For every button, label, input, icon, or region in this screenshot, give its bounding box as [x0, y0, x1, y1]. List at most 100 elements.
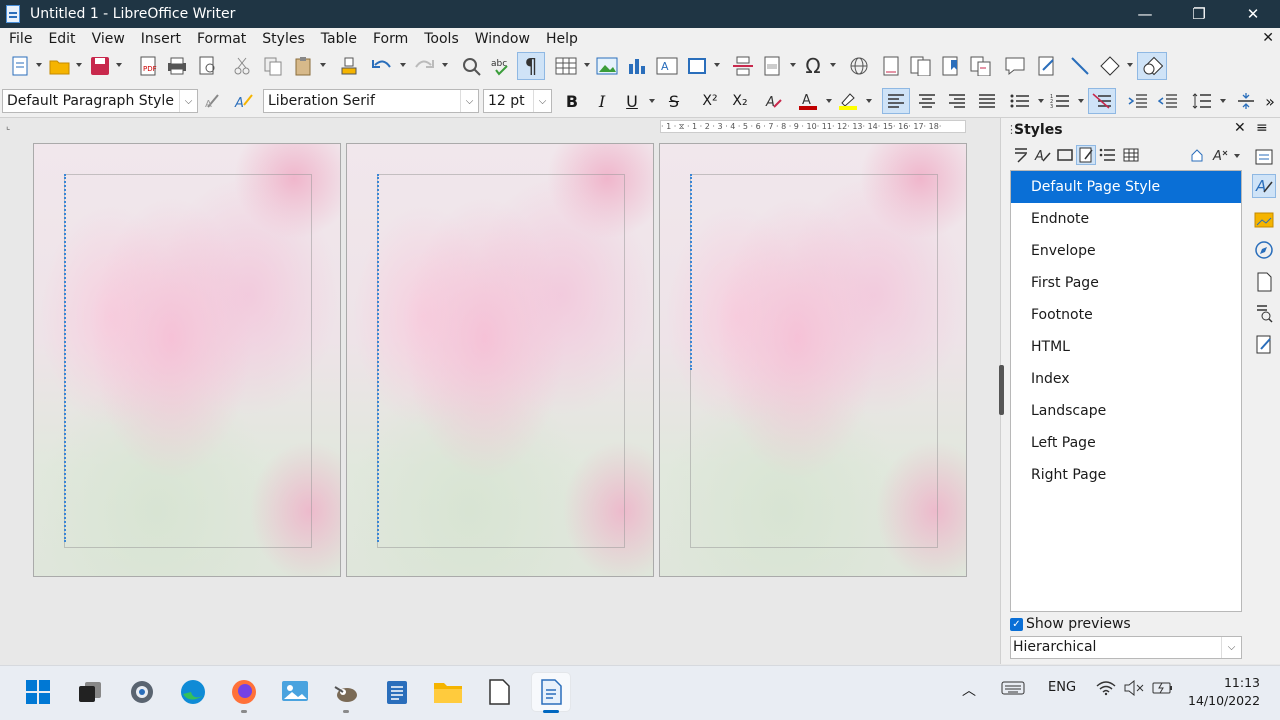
- start-menu-icon[interactable]: [18, 672, 58, 712]
- style-item-default-page-style[interactable]: Default Page Style: [1011, 171, 1241, 203]
- notepad-icon[interactable]: [377, 672, 417, 712]
- page-break-icon[interactable]: [732, 55, 754, 77]
- horizontal-ruler[interactable]: · 1 · ⧖ · 1 · 2 · 3 · 4 · 5 · 6 · 7 · 8 …: [660, 120, 966, 133]
- export-pdf-icon[interactable]: PDF: [137, 55, 159, 77]
- table-styles-icon[interactable]: [1121, 145, 1141, 165]
- document-page[interactable]: [33, 143, 341, 577]
- numbering-icon[interactable]: 123: [1048, 90, 1072, 112]
- paste-icon[interactable]: [293, 55, 315, 77]
- list-styles-icon[interactable]: [1098, 145, 1118, 165]
- show-previews-checkbox[interactable]: ✓: [1010, 617, 1023, 631]
- draw-functions-icon[interactable]: [1137, 52, 1167, 80]
- character-styles-icon[interactable]: A: [1033, 145, 1053, 165]
- sidebar-collapse-handle[interactable]: [999, 365, 1004, 415]
- insert-hyperlink-icon[interactable]: [848, 55, 870, 77]
- formatting-marks-icon[interactable]: ¶: [517, 52, 545, 80]
- no-list-icon[interactable]: [1088, 88, 1116, 114]
- menu-view[interactable]: View: [84, 31, 133, 47]
- gimp-icon[interactable]: [326, 672, 366, 712]
- styles-actions-icon[interactable]: A: [1211, 145, 1231, 165]
- chevron-down-icon[interactable]: ⌵: [179, 90, 197, 112]
- minimize-button[interactable]: —: [1118, 0, 1172, 28]
- save-icon[interactable]: [89, 55, 111, 77]
- style-item-footnote[interactable]: Footnote: [1011, 299, 1241, 331]
- align-right-icon[interactable]: [945, 90, 969, 112]
- paragraph-style-combo[interactable]: Default Paragraph Style ⌵: [2, 89, 198, 113]
- align-left-icon[interactable]: [882, 88, 910, 114]
- photos-app-icon[interactable]: [275, 672, 315, 712]
- cut-icon[interactable]: [231, 55, 253, 77]
- update-style-icon[interactable]: A: [202, 90, 226, 112]
- style-item-envelope[interactable]: Envelope: [1011, 235, 1241, 267]
- menu-file[interactable]: File: [0, 31, 40, 47]
- insert-field-icon[interactable]: [762, 55, 784, 77]
- font-name-combo[interactable]: Liberation Serif ⌵: [263, 89, 479, 113]
- show-hidden-icons-icon[interactable]: ︿: [962, 680, 976, 700]
- insert-image-icon[interactable]: [596, 55, 618, 77]
- menu-insert[interactable]: Insert: [133, 31, 189, 47]
- paragraph-styles-icon[interactable]: [1011, 145, 1031, 165]
- spelling-icon[interactable]: abc: [490, 55, 512, 77]
- bullets-icon[interactable]: [1008, 90, 1032, 112]
- insert-footnote-icon[interactable]: [880, 55, 902, 77]
- insert-chart-icon[interactable]: [626, 55, 648, 77]
- close-button[interactable]: ✕: [1226, 0, 1280, 28]
- undo-icon[interactable]: [371, 55, 393, 77]
- chevron-down-icon[interactable]: ⌵: [460, 90, 478, 112]
- menu-table[interactable]: Table: [313, 31, 365, 47]
- volume-muted-icon[interactable]: [1124, 680, 1144, 696]
- insert-endnote-icon[interactable]: [910, 55, 932, 77]
- system-clock[interactable]: 11:13 14/10/2022: [1188, 674, 1274, 710]
- cross-reference-icon[interactable]: [970, 55, 992, 77]
- style-item-landscape[interactable]: Landscape: [1011, 395, 1241, 427]
- paragraph-spacing-icon[interactable]: [1234, 90, 1258, 112]
- print-preview-icon[interactable]: [197, 55, 219, 77]
- properties-deck-icon[interactable]: [1252, 145, 1276, 169]
- style-item-right-page[interactable]: Right Page: [1011, 459, 1241, 491]
- page-styles-list[interactable]: Default Page Style Endnote Envelope Firs…: [1010, 170, 1242, 612]
- style-item-index[interactable]: Index: [1011, 363, 1241, 395]
- libreoffice-writer-icon[interactable]: [531, 672, 571, 712]
- align-center-icon[interactable]: [915, 90, 939, 112]
- insert-textbox-icon[interactable]: A: [656, 55, 678, 77]
- wifi-icon[interactable]: [1096, 680, 1116, 696]
- clone-formatting-icon[interactable]: [338, 55, 360, 77]
- page-deck-icon[interactable]: [1252, 270, 1276, 294]
- style-item-endnote[interactable]: Endnote: [1011, 203, 1241, 235]
- document-page[interactable]: [346, 143, 654, 577]
- italic-button[interactable]: I: [590, 90, 614, 112]
- menu-form[interactable]: Form: [365, 31, 416, 47]
- new-document-icon[interactable]: [9, 55, 31, 77]
- menu-format[interactable]: Format: [189, 31, 254, 47]
- insert-frame-icon[interactable]: [686, 55, 708, 77]
- edge-browser-icon[interactable]: [173, 672, 213, 712]
- page-styles-icon[interactable]: [1076, 145, 1096, 165]
- close-document-button[interactable]: ✕: [1262, 30, 1274, 46]
- gallery-deck-icon[interactable]: [1252, 208, 1276, 232]
- copy-icon[interactable]: [262, 55, 284, 77]
- insert-line-icon[interactable]: [1069, 55, 1091, 77]
- superscript-button[interactable]: X²: [698, 90, 722, 112]
- font-size-combo[interactable]: 12 pt ⌵: [483, 89, 552, 113]
- menu-help[interactable]: Help: [538, 31, 586, 47]
- insert-table-icon[interactable]: [555, 55, 577, 77]
- print-icon[interactable]: [166, 55, 188, 77]
- firefox-icon[interactable]: [224, 672, 264, 712]
- more-toolbar-options-icon[interactable]: »: [1262, 90, 1278, 112]
- touch-keyboard-icon[interactable]: [1001, 680, 1025, 696]
- style-item-html[interactable]: HTML: [1011, 331, 1241, 363]
- task-view-icon[interactable]: [70, 672, 110, 712]
- styles-menu-button[interactable]: ≡: [1256, 120, 1268, 136]
- manage-changes-deck-icon[interactable]: [1252, 333, 1276, 357]
- libreoffice-icon[interactable]: [479, 672, 519, 712]
- subscript-button[interactable]: X₂: [728, 90, 752, 112]
- insert-comment-icon[interactable]: [1004, 55, 1026, 77]
- find-replace-icon[interactable]: [460, 55, 482, 77]
- navigator-deck-icon[interactable]: [1252, 238, 1276, 262]
- line-spacing-icon[interactable]: [1190, 90, 1214, 112]
- increase-indent-icon[interactable]: [1126, 90, 1150, 112]
- bold-button[interactable]: B: [560, 90, 584, 112]
- style-filter-select[interactable]: Hierarchical ⌵: [1010, 636, 1242, 659]
- settings-gear-icon[interactable]: [122, 672, 162, 712]
- show-previews-toggle[interactable]: ✓ Show previews: [1010, 616, 1131, 632]
